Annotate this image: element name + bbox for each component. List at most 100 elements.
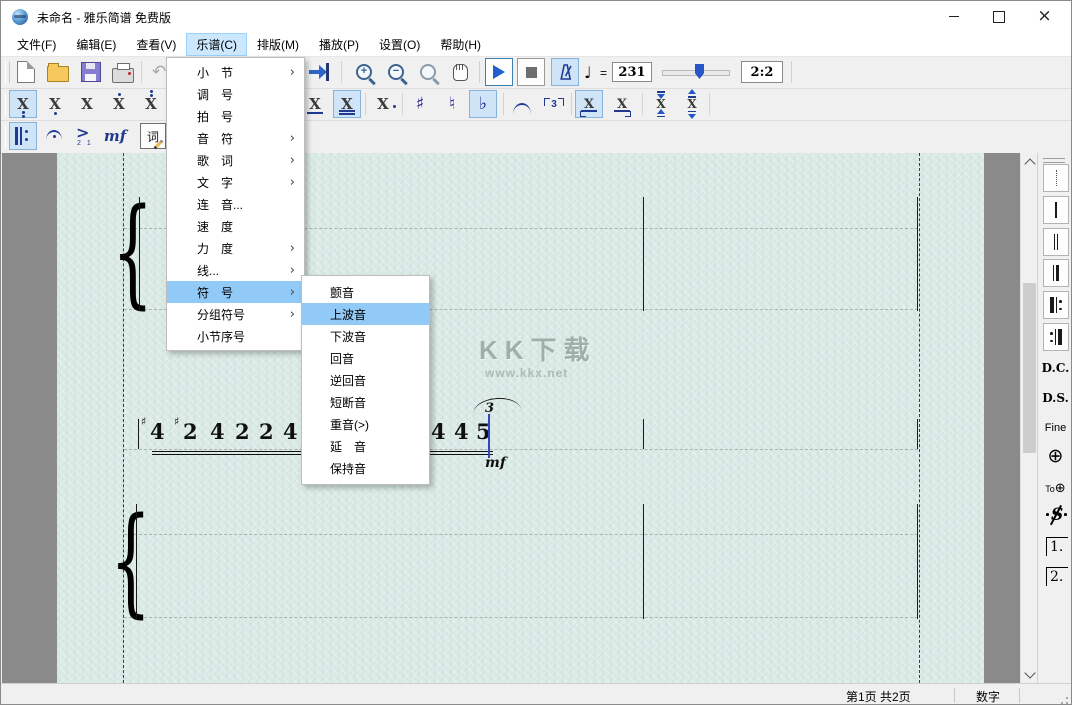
- zoom-select-button[interactable]: [414, 58, 442, 86]
- grace-before-button[interactable]: X: [575, 90, 603, 118]
- interval-compress-button[interactable]: X: [647, 90, 675, 118]
- submenu-item-0[interactable]: 颤音: [302, 281, 429, 303]
- submenu-arrow-icon: ›: [290, 242, 295, 255]
- toolbar-row-2: X X X X X X X X ♯: [1, 89, 1071, 121]
- open-file-button[interactable]: [44, 58, 72, 86]
- close-button[interactable]: ×: [1022, 1, 1067, 32]
- repeat-start-button[interactable]: [1043, 291, 1069, 319]
- menubar-item-7[interactable]: 帮助(H): [430, 33, 491, 56]
- score-canvas[interactable]: { { 4♯2♯422422422445 3 mf KK下载 www.kkx: [2, 153, 1072, 683]
- tempo-slider-thumb[interactable]: [695, 64, 704, 79]
- segno-button[interactable]: S: [1047, 505, 1065, 525]
- menu-item-0[interactable]: 小 节›: [167, 61, 304, 83]
- play-button[interactable]: [485, 58, 513, 86]
- toolbar-area: ↶ + − ♩ = 231 2:2: [1, 57, 1071, 154]
- submenu-item-4[interactable]: 逆回音: [302, 369, 429, 391]
- vertical-scrollbar[interactable]: [1020, 153, 1038, 683]
- interval-expand-button[interactable]: X: [678, 90, 706, 118]
- time-signature-display[interactable]: 2:2: [741, 61, 783, 83]
- barline-double-button[interactable]: [1043, 228, 1069, 256]
- zoom-out-button[interactable]: −: [382, 58, 410, 86]
- menu-item-label: 分组符号: [197, 306, 245, 323]
- minimize-button[interactable]: [931, 1, 976, 32]
- natural-button[interactable]: ♮: [438, 90, 466, 118]
- hairpin-button[interactable]: >2 1: [71, 122, 99, 150]
- eighth-note-button[interactable]: X: [301, 90, 329, 118]
- lyrics-button[interactable]: 词: [140, 123, 166, 149]
- menu-item-1[interactable]: 调 号: [167, 83, 304, 105]
- menubar-item-5[interactable]: 播放(P): [309, 33, 369, 56]
- scrollbar-thumb[interactable]: [1023, 283, 1036, 453]
- zoom-in-button[interactable]: +: [350, 58, 378, 86]
- menu-item-label: 小节序号: [197, 328, 245, 345]
- dc-button[interactable]: D.C.: [1038, 361, 1072, 375]
- triplet-icon: 3: [544, 98, 564, 111]
- pan-hand-button[interactable]: [446, 58, 474, 86]
- stop-button[interactable]: [517, 58, 545, 86]
- volta-1-button[interactable]: 1.: [1046, 537, 1068, 556]
- sharp-button[interactable]: ♯: [406, 90, 434, 118]
- to-coda-button[interactable]: To⊕: [1038, 481, 1072, 496]
- menubar-item-3[interactable]: 乐谱(C): [186, 33, 247, 56]
- menu-item-10[interactable]: 符 号›: [167, 281, 304, 303]
- print-button[interactable]: [109, 58, 137, 86]
- menu-item-2[interactable]: 拍 号: [167, 105, 304, 127]
- barline-final-button[interactable]: [1043, 259, 1069, 287]
- menu-item-4[interactable]: 歌 词›: [167, 149, 304, 171]
- menu-item-5[interactable]: 文 字›: [167, 171, 304, 193]
- menubar-item-6[interactable]: 设置(O): [369, 33, 430, 56]
- grace-after-button[interactable]: X: [608, 90, 636, 118]
- menubar-item-1[interactable]: 编辑(E): [66, 33, 126, 56]
- dynamics-mf-button[interactable]: mf: [101, 122, 129, 150]
- menu-item-12[interactable]: 小节序号: [167, 325, 304, 347]
- octave-up-1-button[interactable]: X: [105, 90, 133, 118]
- ds-button[interactable]: D.S.: [1038, 391, 1072, 405]
- barline-dotted-button[interactable]: [1043, 164, 1069, 192]
- submenu-item-2[interactable]: 下波音: [302, 325, 429, 347]
- volta-2-button[interactable]: 2.: [1046, 567, 1068, 586]
- submenu-item-8[interactable]: 保持音: [302, 457, 429, 479]
- resize-grip[interactable]: [1056, 692, 1068, 704]
- menu-item-7[interactable]: 速 度: [167, 215, 304, 237]
- menu-item-11[interactable]: 分组符号›: [167, 303, 304, 325]
- sixteenth-note-button[interactable]: X: [333, 90, 361, 118]
- octave-down-2-button[interactable]: X: [9, 90, 37, 118]
- menu-item-6[interactable]: 连 音...: [167, 193, 304, 215]
- new-file-button[interactable]: [12, 58, 40, 86]
- title-bar: 未命名 - 雅乐简谱 免费版 ×: [1, 1, 1071, 34]
- scroll-down-button[interactable]: [1021, 666, 1038, 683]
- app-window: 未命名 - 雅乐简谱 免费版 × 文件(F)编辑(E)查看(V)乐谱(C)排版(…: [0, 0, 1072, 705]
- metronome-button[interactable]: [551, 58, 579, 86]
- app-icon: [12, 9, 28, 25]
- barline-single-button[interactable]: [1043, 196, 1069, 224]
- menubar-item-2[interactable]: 查看(V): [126, 33, 186, 56]
- submenu-item-7[interactable]: 延 音: [302, 435, 429, 457]
- octave-up-2-button[interactable]: X: [137, 90, 165, 118]
- zoom-out-icon: −: [388, 64, 404, 80]
- octave-0-button[interactable]: X: [73, 90, 101, 118]
- maximize-button[interactable]: [976, 1, 1021, 32]
- menubar-item-0[interactable]: 文件(F): [7, 33, 66, 56]
- fine-button[interactable]: Fine: [1038, 422, 1072, 434]
- submenu-item-5[interactable]: 短断音: [302, 391, 429, 413]
- dotted-note-button[interactable]: X: [369, 90, 397, 118]
- submenu-item-3[interactable]: 回音: [302, 347, 429, 369]
- slur-button[interactable]: [508, 90, 536, 118]
- repeat-barline-button[interactable]: [9, 122, 37, 150]
- triplet-button[interactable]: 3: [540, 90, 568, 118]
- menu-item-8[interactable]: 力 度›: [167, 237, 304, 259]
- coda-button[interactable]: ⊕: [1038, 445, 1072, 467]
- menubar-item-4[interactable]: 排版(M): [247, 33, 309, 56]
- fermata-button[interactable]: [41, 122, 69, 150]
- goto-measure-button[interactable]: [305, 58, 333, 86]
- menu-item-9[interactable]: 线...›: [167, 259, 304, 281]
- menu-item-3[interactable]: 音 符›: [167, 127, 304, 149]
- octave-down-1-button[interactable]: X: [41, 90, 69, 118]
- tempo-value-input[interactable]: 231: [612, 62, 652, 82]
- repeat-end-button[interactable]: [1043, 323, 1069, 351]
- submenu-item-6[interactable]: 重音(>): [302, 413, 429, 435]
- submenu-item-1[interactable]: 上波音: [302, 303, 429, 325]
- scroll-up-button[interactable]: [1021, 153, 1038, 170]
- save-button[interactable]: [77, 58, 105, 86]
- flat-button[interactable]: ♭: [469, 90, 497, 118]
